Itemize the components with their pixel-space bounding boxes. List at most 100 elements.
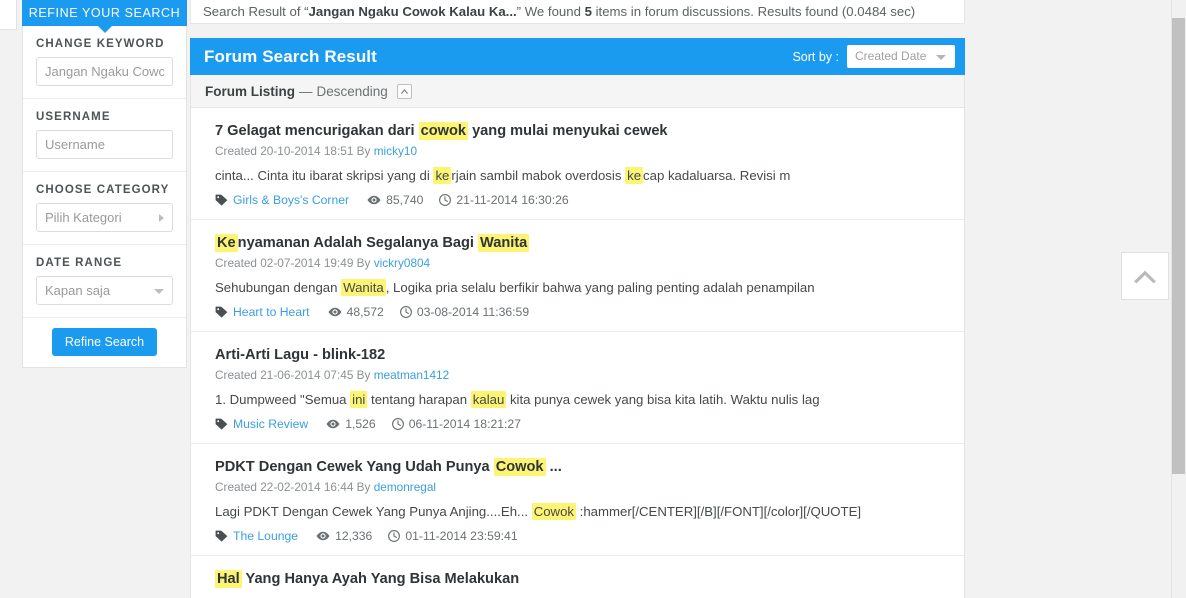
- result-snippet: Sehubungan dengan Wanita, Logika pria se…: [215, 279, 950, 297]
- clock-icon: [391, 418, 404, 430]
- refine-search-button[interactable]: Refine Search: [51, 328, 158, 356]
- title-text: Arti-Arti Lagu - blink-182: [215, 347, 386, 363]
- title-text: nyamanan Adalah Segalanya Bagi: [237, 235, 478, 251]
- corner-fragment: [0, 0, 17, 30]
- result-snippet: 1. Dumpweed "Semua ini tentang harapan k…: [215, 391, 950, 409]
- created-date: 22-02-2014 16:44: [260, 480, 354, 494]
- refine-tab-label: REFINE YOUR SEARCH: [28, 6, 181, 20]
- result-view-count: 48,572: [328, 305, 384, 319]
- result-item: Arti-Arti Lagu - blink-182 Created 21-06-…: [191, 332, 964, 444]
- result-author-link[interactable]: demonregal: [374, 480, 436, 494]
- summary-suffix: items in forum discussions. Results foun…: [591, 4, 916, 19]
- sort-by-select[interactable]: Created Date: [847, 45, 955, 68]
- title-text: PDKT Dengan Cewek Yang Udah Punya: [215, 459, 494, 475]
- result-meta-row: Heart to Heart 48,572 03-08-2014 11:36:59: [215, 305, 950, 319]
- result-view-count: 1,526: [326, 417, 376, 431]
- title-highlight: Cowok: [493, 458, 546, 476]
- result-title[interactable]: Arti-Arti Lagu - blink-182: [215, 346, 950, 365]
- summary-middle: ” We found: [516, 4, 585, 19]
- snippet-highlight: ke: [625, 167, 644, 184]
- view-count-value: 12,336: [335, 529, 373, 543]
- result-created-line: Created 22-02-2014 16:44 By demonregal: [215, 480, 950, 494]
- title-text: ...: [545, 459, 562, 475]
- snippet-text: rjain sambil mabok overdosis: [451, 168, 626, 183]
- search-summary-bar: Search Result of “Jangan Ngaku Cowok Kal…: [190, 0, 965, 24]
- snippet-text: 1. Dumpweed "Semua: [215, 392, 351, 407]
- listing-order-bar: Forum Listing — Descending: [190, 75, 965, 108]
- category-select[interactable]: Pilih Kategori: [36, 203, 173, 232]
- listing-dash: —: [299, 83, 313, 99]
- refine-search-form: CHANGE KEYWORD USERNAME CHOOSE CATEGORY …: [22, 26, 187, 368]
- keyword-input[interactable]: [36, 57, 173, 86]
- result-timestamp: 06-11-2014 18:21:27: [391, 417, 521, 431]
- result-title[interactable]: Hal Yang Hanya Ayah Yang Bisa Melakukan: [215, 570, 950, 589]
- view-count-value: 1,526: [345, 417, 376, 431]
- scroll-to-top-button[interactable]: [1121, 252, 1169, 300]
- category-name: Music Review: [233, 417, 309, 431]
- clock-icon: [399, 306, 412, 318]
- by-label: By: [353, 256, 374, 270]
- result-category-link[interactable]: The Lounge: [215, 529, 298, 543]
- date-range-label: DATE RANGE: [36, 257, 123, 269]
- tag-icon: [215, 418, 228, 430]
- view-count-value: 48,572: [346, 305, 384, 319]
- filter-date-range: DATE RANGE Kapan saja: [23, 245, 186, 318]
- forum-search-result-panel: Forum Search Result Sort by : Created Da…: [190, 38, 965, 598]
- snippet-text: Lagi PDKT Dengan Cewek Yang Punya Anjing…: [215, 504, 532, 519]
- result-category-link[interactable]: Heart to Heart: [215, 305, 310, 319]
- chevron-down-icon: [154, 288, 164, 294]
- result-snippet: cinta... Cinta itu ibarat skripsi yang d…: [215, 167, 950, 185]
- title-highlight: Hal: [215, 570, 242, 588]
- title-highlight: cowok: [418, 122, 469, 140]
- chevron-up-icon: [400, 88, 408, 94]
- title-text: yang mulai menyukai cewek: [468, 123, 668, 139]
- panel-header: Forum Search Result Sort by : Created Da…: [190, 38, 965, 75]
- result-author-link[interactable]: meatman1412: [374, 368, 449, 382]
- username-label: USERNAME: [36, 111, 111, 123]
- result-created-line: Created 21-06-2014 07:45 By meatman1412: [215, 368, 950, 382]
- scrollbar-thumb[interactable]: [1172, 18, 1185, 474]
- username-input[interactable]: [36, 130, 173, 159]
- result-category-link[interactable]: Girls & Boys's Corner: [215, 193, 349, 207]
- created-label: Created: [215, 368, 261, 382]
- eye-icon: [367, 195, 381, 205]
- category-name: Girls & Boys's Corner: [233, 193, 350, 207]
- result-item: PDKT Dengan Cewek Yang Udah Punya Cowok …: [191, 444, 964, 556]
- listing-label: Forum Listing: [205, 83, 295, 99]
- result-author-link[interactable]: micky10: [374, 144, 417, 158]
- summary-prefix: Search Result of “: [203, 4, 309, 19]
- refine-your-search-tab[interactable]: REFINE YOUR SEARCH: [22, 0, 187, 33]
- category-name: Heart to Heart: [233, 305, 310, 319]
- created-date: 20-10-2014 18:51: [260, 144, 354, 158]
- result-title[interactable]: Ke nyamanan Adalah Segalanya Bagi Wanita: [215, 234, 950, 253]
- snippet-highlight: Wanita: [341, 279, 386, 296]
- created-label: Created: [215, 144, 261, 158]
- created-date: 02-07-2014 19:49: [260, 256, 354, 270]
- page-scrollbar[interactable]: [1171, 0, 1186, 598]
- chevron-down-icon: [936, 54, 946, 60]
- date-range-select[interactable]: Kapan saja: [36, 276, 173, 305]
- snippet-highlight: kalau: [470, 391, 507, 408]
- snippet-text: kita punya cewek yang bisa kita latih. W…: [506, 392, 820, 407]
- result-title[interactable]: PDKT Dengan Cewek Yang Udah Punya Cowok …: [215, 458, 950, 477]
- result-author-link[interactable]: vickry0804: [374, 256, 430, 270]
- title-text: Yang Hanya Ayah Yang Bisa Melakukan: [241, 571, 520, 587]
- result-title[interactable]: 7 Gelagat mencurigakan dari cowok yang m…: [215, 122, 950, 141]
- eye-icon: [328, 307, 342, 317]
- result-view-count: 85,740: [367, 193, 423, 207]
- result-timestamp: 03-08-2014 11:36:59: [399, 305, 530, 319]
- sort-direction-toggle[interactable]: [396, 83, 412, 99]
- view-count-value: 85,740: [386, 193, 424, 207]
- by-label: By: [353, 368, 374, 382]
- timestamp-value: 21-11-2014 16:30:26: [456, 193, 569, 207]
- clock-icon: [439, 194, 452, 206]
- chevron-right-icon: [159, 213, 164, 222]
- snippet-highlight: ke: [433, 167, 452, 184]
- eye-icon: [326, 419, 340, 429]
- result-meta-row: The Lounge 12,336 01-11-2014 23:59:41: [215, 529, 950, 543]
- result-view-count: 12,336: [316, 529, 372, 543]
- page-root: Search Result of “Jangan Ngaku Cowok Kal…: [0, 0, 1186, 598]
- timestamp-value: 03-08-2014 11:36:59: [416, 305, 530, 319]
- category-select-value: Pilih Kategori: [45, 210, 122, 225]
- result-category-link[interactable]: Music Review: [215, 417, 308, 431]
